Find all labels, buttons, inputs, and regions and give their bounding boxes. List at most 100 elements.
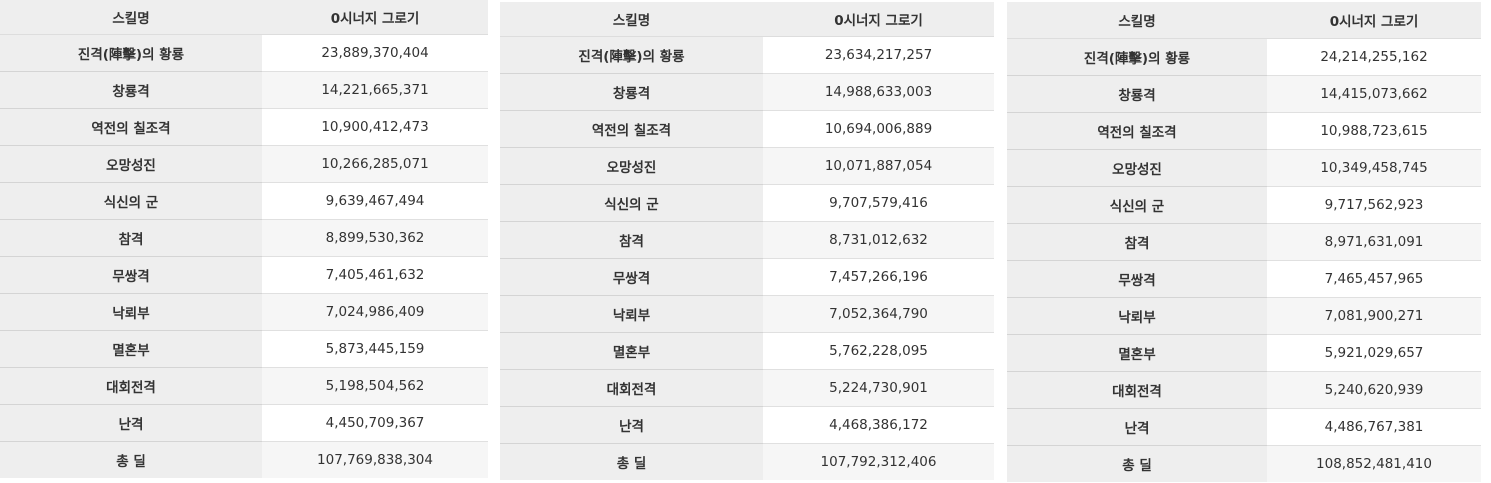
skill-name-cell: 총 딜 <box>500 443 763 480</box>
table-row: 진격(陣擊)의 황룡 23,634,217,257 <box>500 36 994 74</box>
skill-name-cell: 참격 <box>0 219 262 257</box>
total-row: 총 딜 107,792,312,406 <box>500 443 994 480</box>
skill-name-cell: 식신의 군 <box>0 182 262 220</box>
skill-name-cell: 식신의 군 <box>1007 186 1267 224</box>
damage-value-cell: 23,889,370,404 <box>262 34 488 72</box>
damage-value-cell: 8,899,530,362 <box>262 219 488 257</box>
table-row: 역전의 칠조격 10,900,412,473 <box>0 108 488 146</box>
table-row: 오망성진 10,071,887,054 <box>500 147 994 185</box>
header-groggy-damage: 0시너지 그로기 <box>1267 2 1481 39</box>
damage-value-cell: 107,792,312,406 <box>763 443 994 480</box>
damage-value-cell: 9,639,467,494 <box>262 182 488 220</box>
table-row: 진격(陣擊)의 황룡 24,214,255,162 <box>1007 38 1481 76</box>
damage-value-cell: 10,694,006,889 <box>763 110 994 148</box>
table-row: 식신의 군 9,707,579,416 <box>500 184 994 222</box>
header-groggy-damage: 0시너지 그로기 <box>262 0 488 35</box>
table-row: 식신의 군 9,639,467,494 <box>0 182 488 220</box>
table-row: 오망성진 10,266,285,071 <box>0 145 488 183</box>
table-row: 무쌍격 7,457,266,196 <box>500 258 994 296</box>
skill-name-cell: 낙뢰부 <box>1007 297 1267 335</box>
damage-value-cell: 10,988,723,615 <box>1267 112 1481 150</box>
skill-name-cell: 낙뢰부 <box>0 293 262 331</box>
damage-value-cell: 107,769,838,304 <box>262 441 488 478</box>
damage-value-cell: 24,214,255,162 <box>1267 38 1481 76</box>
table-row: 참격 8,899,530,362 <box>0 219 488 257</box>
table-row: 멸혼부 5,873,445,159 <box>0 330 488 368</box>
skill-name-cell: 진격(陣擊)의 황룡 <box>1007 38 1267 76</box>
table-row: 창룡격 14,988,633,003 <box>500 73 994 111</box>
skill-name-cell: 대회전격 <box>500 369 763 407</box>
skill-name-cell: 창룡격 <box>1007 75 1267 113</box>
damage-value-cell: 9,707,579,416 <box>763 184 994 222</box>
skill-name-cell: 식신의 군 <box>500 184 763 222</box>
header-groggy-damage: 0시너지 그로기 <box>763 2 994 37</box>
table-row: 무쌍격 7,405,461,632 <box>0 256 488 294</box>
skill-name-cell: 총 딜 <box>0 441 262 478</box>
damage-table-1: 스킬명 0시너지 그로기 진격(陣擊)의 황룡 23,889,370,404 창룡격… <box>0 0 488 478</box>
table-row: 난격 4,486,767,381 <box>1007 408 1481 446</box>
damage-value-cell: 23,634,217,257 <box>763 36 994 74</box>
table-row: 낙뢰부 7,052,364,790 <box>500 295 994 333</box>
table-row: 무쌍격 7,465,457,965 <box>1007 260 1481 298</box>
damage-value-cell: 5,240,620,939 <box>1267 371 1481 409</box>
damage-value-cell: 5,873,445,159 <box>262 330 488 368</box>
skill-name-cell: 대회전격 <box>0 367 262 405</box>
table-row: 멸혼부 5,921,029,657 <box>1007 334 1481 372</box>
skill-name-cell: 창룡격 <box>500 73 763 111</box>
table-row: 창룡격 14,415,073,662 <box>1007 75 1481 113</box>
damage-value-cell: 7,465,457,965 <box>1267 260 1481 298</box>
damage-table-3: 스킬명 0시너지 그로기 진격(陣擊)의 황룡 24,214,255,162 창룡격… <box>1007 2 1481 482</box>
table-row: 참격 8,971,631,091 <box>1007 223 1481 261</box>
table-row: 대회전격 5,240,620,939 <box>1007 371 1481 409</box>
skill-name-cell: 오망성진 <box>500 147 763 185</box>
skill-name-cell: 무쌍격 <box>1007 260 1267 298</box>
table-row: 대회전격 5,198,504,562 <box>0 367 488 405</box>
skill-name-cell: 진격(陣擊)의 황룡 <box>500 36 763 74</box>
damage-value-cell: 10,266,285,071 <box>262 145 488 183</box>
skill-name-cell: 멸혼부 <box>1007 334 1267 372</box>
skill-name-cell: 무쌍격 <box>500 258 763 296</box>
damage-value-cell: 8,971,631,091 <box>1267 223 1481 261</box>
header-skill-name: 스킬명 <box>500 2 763 37</box>
damage-value-cell: 7,024,986,409 <box>262 293 488 331</box>
damage-value-cell: 4,486,767,381 <box>1267 408 1481 446</box>
skill-name-cell: 총 딜 <box>1007 445 1267 482</box>
header-row: 스킬명 0시너지 그로기 <box>1007 2 1481 39</box>
header-skill-name: 스킬명 <box>0 0 262 35</box>
damage-value-cell: 10,349,458,745 <box>1267 149 1481 187</box>
skill-name-cell: 역전의 칠조격 <box>1007 112 1267 150</box>
table-row: 멸혼부 5,762,228,095 <box>500 332 994 370</box>
table-row: 난격 4,450,709,367 <box>0 404 488 442</box>
total-row: 총 딜 108,852,481,410 <box>1007 445 1481 482</box>
header-row: 스킬명 0시너지 그로기 <box>500 2 994 37</box>
skill-name-cell: 난격 <box>500 406 763 444</box>
damage-value-cell: 9,717,562,923 <box>1267 186 1481 224</box>
damage-value-cell: 108,852,481,410 <box>1267 445 1481 482</box>
damage-value-cell: 4,468,386,172 <box>763 406 994 444</box>
table-row: 역전의 칠조격 10,694,006,889 <box>500 110 994 148</box>
skill-name-cell: 난격 <box>1007 408 1267 446</box>
table-row: 진격(陣擊)의 황룡 23,889,370,404 <box>0 34 488 72</box>
skill-name-cell: 오망성진 <box>1007 149 1267 187</box>
damage-value-cell: 7,052,364,790 <box>763 295 994 333</box>
skill-name-cell: 무쌍격 <box>0 256 262 294</box>
skill-name-cell: 역전의 칠조격 <box>0 108 262 146</box>
damage-value-cell: 10,900,412,473 <box>262 108 488 146</box>
table-row: 난격 4,468,386,172 <box>500 406 994 444</box>
table-row: 역전의 칠조격 10,988,723,615 <box>1007 112 1481 150</box>
skill-name-cell: 낙뢰부 <box>500 295 763 333</box>
table-row: 오망성진 10,349,458,745 <box>1007 149 1481 187</box>
skill-name-cell: 역전의 칠조격 <box>500 110 763 148</box>
skill-name-cell: 참격 <box>1007 223 1267 261</box>
skill-name-cell: 참격 <box>500 221 763 259</box>
damage-value-cell: 5,198,504,562 <box>262 367 488 405</box>
damage-value-cell: 5,921,029,657 <box>1267 334 1481 372</box>
damage-value-cell: 8,731,012,632 <box>763 221 994 259</box>
table-row: 창룡격 14,221,665,371 <box>0 71 488 109</box>
damage-value-cell: 14,221,665,371 <box>262 71 488 109</box>
total-row: 총 딜 107,769,838,304 <box>0 441 488 478</box>
skill-name-cell: 창룡격 <box>0 71 262 109</box>
table-row: 식신의 군 9,717,562,923 <box>1007 186 1481 224</box>
damage-value-cell: 10,071,887,054 <box>763 147 994 185</box>
damage-table-2: 스킬명 0시너지 그로기 진격(陣擊)의 황룡 23,634,217,257 창룡격… <box>500 2 994 480</box>
